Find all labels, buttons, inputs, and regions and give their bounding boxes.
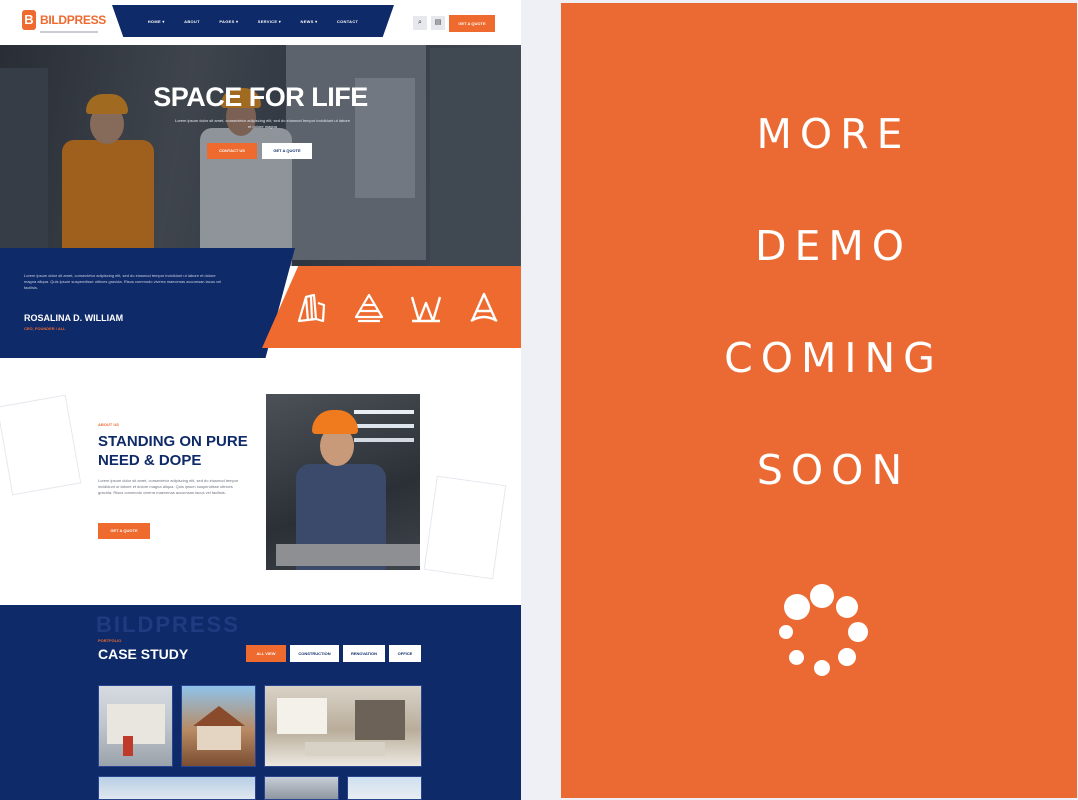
- case-thumbnail[interactable]: [347, 776, 422, 800]
- tab-office[interactable]: OFFICE: [389, 645, 421, 662]
- nav-item-pages[interactable]: PAGES ▾: [219, 19, 238, 24]
- case-study-section: [0, 605, 521, 800]
- spinner-dot: [848, 622, 868, 642]
- spinner-dot: [783, 593, 810, 620]
- case-thumbnail[interactable]: [181, 685, 256, 767]
- main-nav: HOME ▾ ABOUT PAGES ▾ SERVICE ▾ NEWS ▾ CO…: [112, 5, 394, 37]
- spinner-dot: [779, 625, 793, 639]
- nav-item-contact[interactable]: CONTACT: [337, 19, 358, 24]
- case-thumbnail[interactable]: [98, 776, 256, 800]
- about-title: STANDING ON PURE NEED & DOPE: [98, 433, 248, 469]
- tower-icon[interactable]: [352, 291, 386, 325]
- get-quote-button[interactable]: GET A QUOTE: [449, 15, 495, 32]
- nav-item-home[interactable]: HOME ▾: [148, 19, 165, 24]
- promo-line-coming: COMING: [724, 334, 943, 382]
- hero-quote-button[interactable]: GET A QUOTE: [262, 143, 312, 159]
- case-thumbnail[interactable]: [264, 776, 339, 800]
- logo-text: BILDPRESS: [40, 13, 106, 27]
- logo-tagline: [40, 31, 98, 33]
- tab-construction[interactable]: CONSTRUCTION: [290, 645, 339, 662]
- nav-item-service[interactable]: SERVICE ▾: [258, 19, 281, 24]
- nav-item-about[interactable]: ABOUT: [184, 19, 200, 24]
- hero-title: SPACE FOR LIFE: [153, 82, 368, 112]
- search-icon[interactable]: ⌕: [413, 16, 427, 30]
- site-header: B BILDPRESS HOME ▾ ABOUT PAGES ▾ SERVICE…: [0, 0, 521, 45]
- nav-item-news[interactable]: NEWS ▾: [301, 19, 318, 24]
- case-title: CASE STUDY: [98, 646, 189, 662]
- logo[interactable]: B BILDPRESS: [22, 10, 106, 30]
- testimonial-text: Lorem ipsum dolor sit amet, consectetur …: [24, 273, 222, 290]
- contact-us-button[interactable]: CONTACT US: [207, 143, 257, 159]
- tab-all-view[interactable]: ALL VIEW: [246, 645, 286, 662]
- spinner-dot: [836, 595, 859, 618]
- spinner-dot: [789, 649, 805, 665]
- spinner-dot: [814, 660, 830, 676]
- case-thumbnail[interactable]: [98, 685, 173, 767]
- testimonial-role: CEO, FOUNDER / ALL: [24, 326, 66, 331]
- promo-line-more: MORE: [756, 110, 911, 158]
- spinner-dot: [838, 648, 857, 667]
- promo-line-demo: DEMO: [754, 222, 913, 270]
- cart-icon[interactable]: ▤: [431, 16, 445, 30]
- loading-spinner-icon: [770, 580, 874, 684]
- case-ghost-text: BILDPRESS: [96, 612, 240, 637]
- spinner-dot: [810, 584, 834, 608]
- building-icon[interactable]: [294, 291, 328, 325]
- case-eyebrow: PORTFOLIO: [98, 638, 122, 643]
- about-worker-image: [264, 392, 422, 572]
- case-thumbnail[interactable]: [264, 685, 422, 767]
- blueprint-sketch: [423, 475, 507, 580]
- letter-a-icon[interactable]: [467, 291, 501, 325]
- hero-section: [0, 38, 521, 266]
- tab-renovation[interactable]: RENOVATION: [343, 645, 385, 662]
- about-text: Lorem ipsum dolor sit amet, consectetur …: [98, 478, 239, 495]
- structure-icon[interactable]: [409, 291, 443, 325]
- about-eyebrow: ABOUT US: [98, 422, 119, 427]
- testimonial-name: ROSALINA D. WILLIAM: [24, 313, 124, 323]
- theme-preview[interactable]: B BILDPRESS HOME ▾ ABOUT PAGES ▾ SERVICE…: [0, 0, 521, 800]
- testimonial-band: [0, 248, 295, 358]
- promo-line-soon: SOON: [756, 446, 911, 494]
- about-quote-button[interactable]: GET A QUOTE: [98, 523, 150, 539]
- logo-mark: B: [22, 10, 36, 30]
- hero-description: Lorem ipsum dolor sit amet, consectetur …: [175, 118, 350, 129]
